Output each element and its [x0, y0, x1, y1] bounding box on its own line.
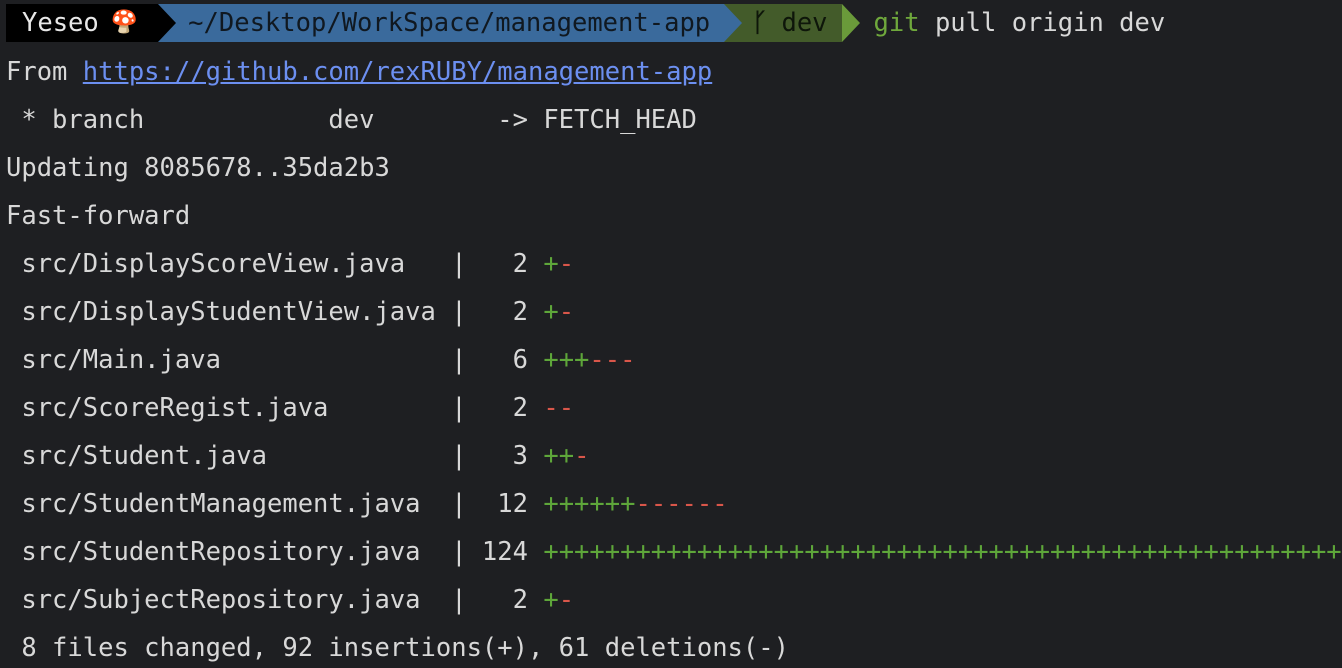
- prompt-path: ~/Desktop/WorkSpace/management-app: [188, 8, 711, 38]
- diffstat-file: src/SubjectRepository.java | 2: [6, 585, 544, 615]
- diffstat-row: src/ScoreRegist.java | 2 --: [6, 384, 574, 432]
- prompt-user: Yeseo: [22, 8, 99, 38]
- diffstat-row: src/StudentManagement.java | 12 ++++++--…: [6, 480, 728, 528]
- diffstat-row: src/DisplayStudentView.java | 2 +-: [6, 288, 574, 336]
- segment-separator-icon: [724, 4, 743, 42]
- diffstat-file: src/Main.java | 6: [6, 345, 544, 375]
- diffstat-deletions: --: [543, 393, 575, 423]
- git-branch-icon: ᚴ: [752, 8, 768, 38]
- diffstat-row: src/DisplayScoreView.java | 2 +-: [6, 240, 574, 288]
- diffstat-file: src/DisplayStudentView.java | 2: [6, 297, 544, 327]
- diffstat-insertions: +++: [543, 345, 590, 375]
- from-label: From: [6, 57, 83, 87]
- diffstat-deletions: -: [574, 441, 590, 471]
- diffstat-file: src/StudentManagement.java | 12: [6, 489, 544, 519]
- remote-url-link[interactable]: https://github.com/rexRUBY/management-ap…: [83, 57, 712, 87]
- diffstat-deletions: ---: [589, 345, 636, 375]
- segment-separator-icon: [158, 4, 177, 42]
- prompt-user-segment: Yeseo 🍄: [6, 4, 177, 42]
- diffstat-deletions: -: [558, 249, 575, 279]
- output-updating-line: Updating 8085678..35da2b3: [6, 153, 390, 183]
- diffstat-row: src/StudentRepository.java | 124 +++++++…: [6, 528, 1342, 576]
- output-branch-line: * branch dev -> FETCH_HEAD: [6, 105, 697, 135]
- diffstat-file: src/StudentRepository.java | 124: [6, 537, 544, 567]
- prompt-path-segment: ~/Desktop/WorkSpace/management-app: [158, 4, 743, 42]
- diffstat-insertions: ++: [543, 441, 575, 471]
- shell-prompt: Yeseo 🍄 ~/Desktop/WorkSpace/management-a…: [6, 4, 1165, 42]
- diffstat-insertions: ++++++: [543, 489, 636, 519]
- diffstat-deletions: ------: [635, 489, 728, 519]
- diffstat-insertions: ++++++++++++++++++++++++++++++++++++++++…: [543, 537, 1342, 567]
- diffstat-file: src/Student.java | 3: [6, 441, 544, 471]
- diffstat-insertions: +: [543, 297, 559, 327]
- diffstat-deletions: -: [558, 585, 575, 615]
- diffstat-row: src/Student.java | 3 ++-: [6, 432, 589, 480]
- diffstat-file: src/ScoreRegist.java | 2: [6, 393, 544, 423]
- segment-separator-icon: [841, 4, 860, 42]
- diffstat-deletions: -: [558, 297, 575, 327]
- mushroom-icon: 🍄: [110, 10, 139, 35]
- diffstat-row: src/SubjectRepository.java | 2 +-: [6, 576, 574, 624]
- diffstat-row: src/Main.java | 6 +++---: [6, 336, 635, 384]
- diffstat-file: src/DisplayScoreView.java | 2: [6, 249, 544, 279]
- output-from-line: From https://github.com/rexRUBY/manageme…: [6, 48, 712, 96]
- command-args: pull origin dev: [919, 8, 1166, 38]
- diffstat-insertions: +: [543, 249, 559, 279]
- command-git: git: [873, 8, 920, 38]
- diffstat-summary: 8 files changed, 92 insertions(+), 61 de…: [6, 633, 789, 663]
- output-fast-forward-line: Fast-forward: [6, 201, 191, 231]
- prompt-branch: dev: [781, 8, 828, 38]
- diffstat-insertions: +: [543, 585, 559, 615]
